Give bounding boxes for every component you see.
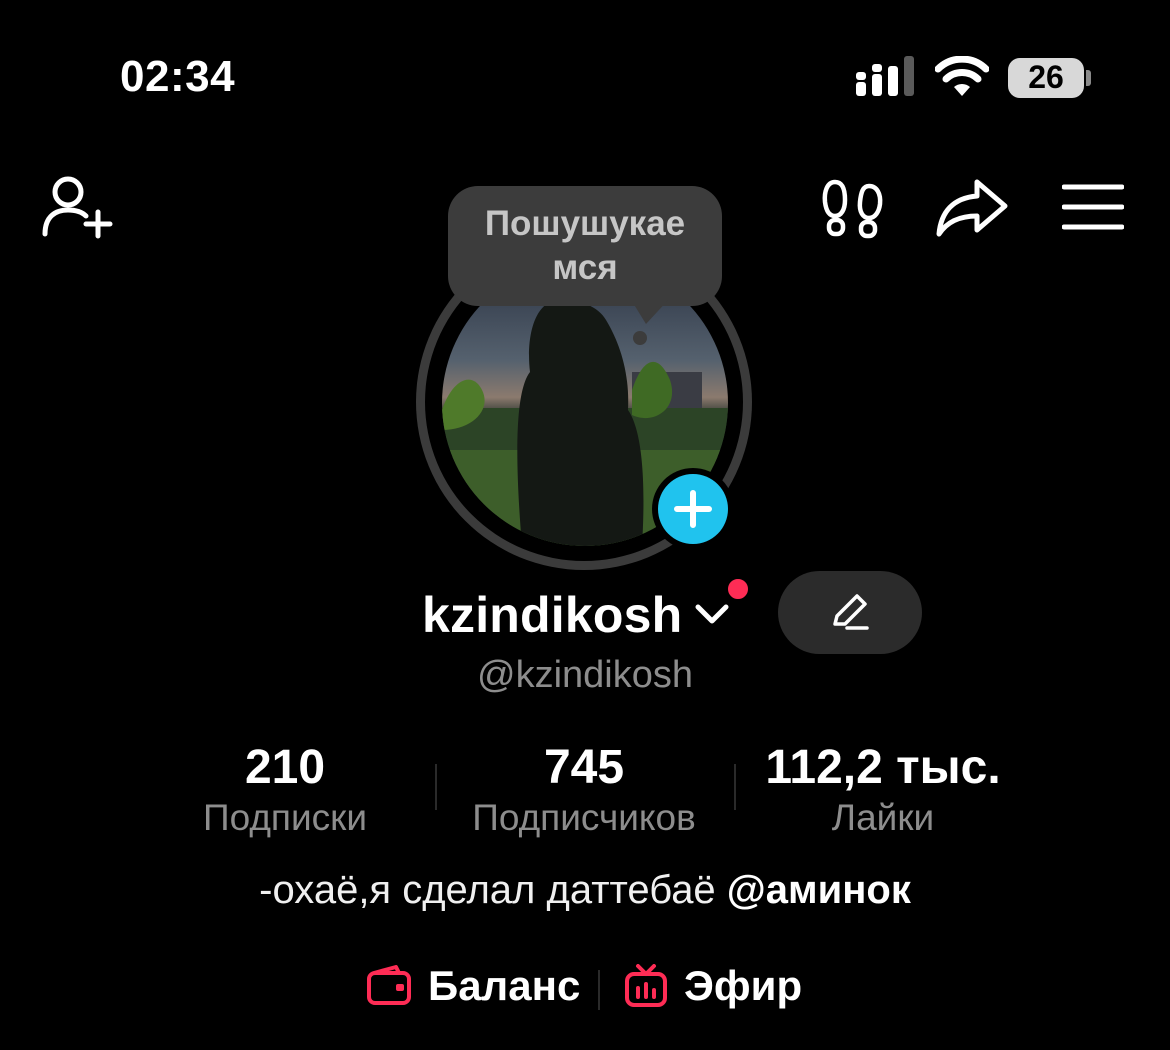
battery-tip: [1086, 70, 1091, 86]
followers-count: 745: [543, 741, 625, 794]
notification-dot: [725, 576, 751, 602]
likes-label: Лайки: [831, 797, 935, 838]
plus-icon: [674, 490, 712, 528]
status-time: 02:34: [120, 52, 236, 101]
followers-label: Подписчиков: [472, 797, 696, 838]
edit-profile-button[interactable]: [778, 571, 922, 654]
profile-visits-button[interactable]: [818, 176, 888, 242]
profile-bio: -охаё,я сделал даттебаё @аминок: [0, 868, 1170, 913]
live-label: Эфир: [684, 962, 803, 1009]
followers-stat[interactable]: 745 Подписчиков: [434, 740, 734, 840]
cellular-signal-icon: [856, 56, 914, 96]
footprints-icon: [822, 179, 883, 239]
note-text-line2: мся: [552, 248, 618, 287]
profile-username[interactable]: kzindikosh: [422, 586, 682, 644]
note-text-line1: Пошушукае: [484, 204, 686, 243]
likes-stat[interactable]: 112,2 тыс. Лайки: [733, 740, 1033, 840]
note-bubble-dot: [633, 331, 647, 345]
live-tv-icon: [625, 964, 667, 1007]
add-story-button[interactable]: [652, 468, 734, 550]
following-stat[interactable]: 210 Подписки: [135, 740, 435, 840]
likes-count: 112,2 тыс.: [765, 741, 1001, 794]
balance-link[interactable]: Баланс: [366, 962, 580, 1010]
following-count: 210: [244, 741, 326, 794]
add-friend-button[interactable]: [38, 172, 118, 242]
pencil-icon: [833, 593, 869, 630]
live-link[interactable]: Эфир: [624, 962, 802, 1010]
menu-button[interactable]: [1058, 178, 1128, 236]
chevron-down-icon[interactable]: [694, 598, 730, 628]
share-button[interactable]: [932, 172, 1012, 242]
battery-indicator: 26: [1008, 58, 1084, 98]
note-bubble[interactable]: Пошушукае мся: [448, 186, 722, 306]
wifi-icon: [935, 56, 989, 96]
balance-label: Баланс: [428, 962, 581, 1009]
note-bubble-tail: [630, 298, 670, 324]
wallet-icon: [367, 965, 411, 1005]
share-arrow-icon: [936, 179, 1008, 237]
bio-mention-link[interactable]: @аминок: [727, 868, 911, 912]
links-divider: [598, 970, 600, 1010]
hamburger-menu-icon: [1062, 184, 1124, 230]
bio-text: -охаё,я сделал даттебаё: [259, 868, 727, 912]
following-label: Подписки: [202, 797, 367, 838]
profile-handle: @kzindikosh: [477, 654, 693, 696]
add-user-icon: [42, 176, 113, 239]
battery-level: 26: [1028, 59, 1064, 95]
